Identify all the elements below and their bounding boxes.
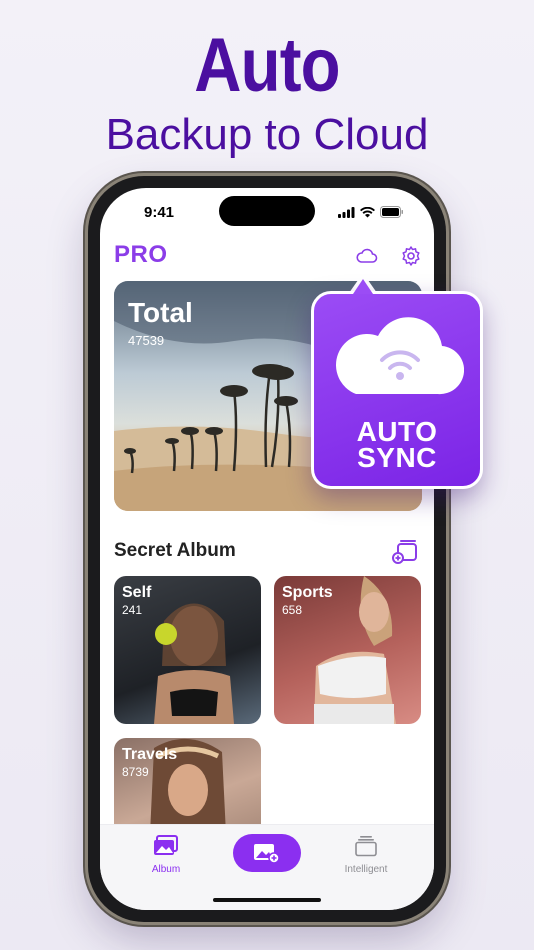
album-card-travels[interactable]: Travels 8739 <box>114 738 261 834</box>
album-card-self[interactable]: Self 241 <box>114 576 261 724</box>
status-icons <box>338 206 404 218</box>
battery-icon <box>380 206 403 218</box>
wifi-icon <box>360 206 375 217</box>
album-name: Sports <box>282 584 333 601</box>
brand-pro: PRO <box>114 241 168 268</box>
tab-album[interactable]: Album <box>144 835 188 875</box>
gear-icon[interactable] <box>399 244 423 268</box>
album-count: 658 <box>282 603 303 617</box>
phone-frame: 9:41 PRO Total 47539 Secret Album Self 2… <box>88 176 446 922</box>
stack-icon <box>355 836 377 857</box>
popup-line2: SYNC <box>357 442 437 473</box>
cloud-wifi-icon <box>335 317 464 395</box>
headline-subtitle: Backup to Cloud <box>105 110 429 159</box>
total-count: 47539 <box>128 333 165 348</box>
add-album-icon[interactable] <box>392 536 420 564</box>
home-indicator <box>213 898 321 902</box>
popup-arrow-fill <box>353 279 373 294</box>
tab-label: Album <box>151 864 181 875</box>
add-photo-button[interactable] <box>233 834 301 872</box>
dynamic-island <box>219 196 315 226</box>
status-time: 9:41 <box>144 204 175 221</box>
album-name: Travels <box>122 746 178 763</box>
tab-label: Intelligent <box>344 864 388 875</box>
album-card-sports[interactable]: Sports 658 <box>274 576 421 724</box>
cloud-icon[interactable] <box>355 244 379 268</box>
total-title: Total <box>128 297 193 328</box>
auto-sync-popup[interactable]: AUTO SYNC <box>311 291 483 489</box>
album-icon <box>154 835 178 855</box>
signal-icon <box>338 206 355 218</box>
tab-bar: Album Intelligent <box>100 824 434 910</box>
tab-intelligent[interactable]: Intelligent <box>336 835 396 875</box>
album-name: Self <box>122 584 152 601</box>
headline-title: Auto <box>194 23 340 108</box>
section-title: Secret Album <box>114 540 236 561</box>
album-count: 241 <box>122 603 143 617</box>
album-count: 8739 <box>122 765 149 779</box>
add-photo-icon <box>254 844 280 864</box>
